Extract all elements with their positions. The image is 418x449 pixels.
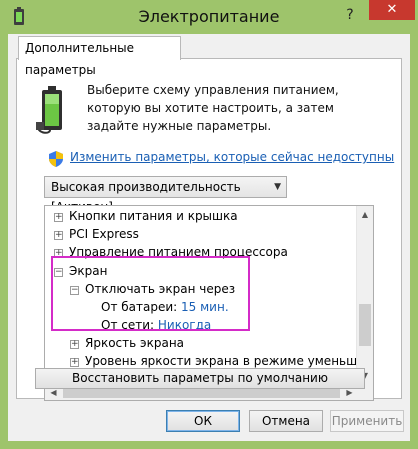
expand-plus-icon[interactable]: + — [54, 231, 63, 240]
restore-defaults-button[interactable]: Восстановить параметры по умолчанию — [35, 368, 365, 389]
cancel-button[interactable]: Отмена — [249, 410, 323, 432]
power-scheme-dropdown[interactable]: Высокая производительность [Активен] ▼ — [44, 176, 287, 214]
tree-item-label: Кнопки питания и крышка — [69, 209, 238, 223]
power-options-window: Электропитание ? ✕ Дополнительные параме… — [0, 0, 418, 449]
tree-item-brightness[interactable]: + Яркость экрана — [70, 334, 184, 352]
tree-item-pci-express[interactable]: + PCI Express — [54, 225, 139, 243]
tree-item-power-buttons[interactable]: + Кнопки питания и крышка — [54, 207, 238, 225]
battery-plug-icon — [36, 86, 62, 134]
tree-item-label: PCI Express — [69, 227, 139, 241]
vertical-scrollbar[interactable]: ▲ ▼ — [356, 206, 373, 384]
highlight-frame — [51, 256, 250, 331]
expand-plus-icon[interactable]: + — [70, 358, 79, 367]
close-button[interactable]: ✕ — [369, 0, 415, 20]
tab-advanced-settings[interactable]: Дополнительные параметры — [18, 36, 181, 77]
uac-shield-icon — [49, 151, 63, 167]
tree-item-label: Уровень яркости экрана в режиме уменьшен… — [85, 354, 373, 368]
vertical-scroll-thumb[interactable] — [359, 304, 371, 346]
ok-button[interactable]: ОК — [166, 410, 240, 432]
help-button[interactable]: ? — [337, 4, 363, 26]
expand-plus-icon[interactable]: + — [54, 213, 63, 222]
title-bar[interactable]: Электропитание ? ✕ — [0, 0, 418, 34]
change-unavailable-settings-link[interactable]: Изменить параметры, которые сейчас недос… — [70, 150, 394, 164]
expand-plus-icon[interactable]: + — [70, 340, 79, 349]
scroll-up-icon[interactable]: ▲ — [357, 206, 373, 223]
tab-panel: Выберите схему управления питанием, кото… — [16, 58, 402, 401]
intro-text: Выберите схему управления питанием, кото… — [87, 83, 339, 133]
tree-item-label: Яркость экрана — [85, 336, 185, 350]
apply-button[interactable]: Применить — [330, 410, 404, 432]
chevron-down-icon: ▼ — [274, 182, 281, 192]
dialog-client-area: Дополнительные параметры Выберите схему … — [8, 34, 410, 441]
